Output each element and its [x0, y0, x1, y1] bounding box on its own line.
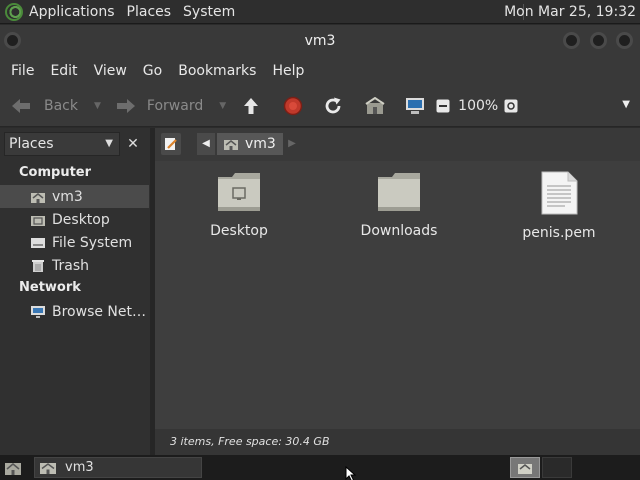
- clock[interactable]: Mon Mar 25, 19:32: [504, 0, 636, 24]
- file-name: penis.pem: [522, 225, 596, 241]
- sidebar-item-desktop[interactable]: Desktop: [0, 208, 149, 231]
- toolbar-overflow-icon[interactable]: ▼: [622, 99, 630, 110]
- sidebar-item-label: vm3: [52, 188, 83, 205]
- zoom-level: 100%: [458, 97, 499, 114]
- file-item-penis-pem[interactable]: penis.pem: [499, 171, 619, 241]
- menu-go[interactable]: Go: [135, 63, 170, 79]
- menubar: File Edit View Go Bookmarks Help: [0, 57, 640, 85]
- home-icon[interactable]: [364, 95, 386, 117]
- home-folder-icon: [224, 140, 238, 150]
- breadcrumb-scroll-left[interactable]: ◀: [197, 133, 215, 155]
- forward-label: Forward: [146, 97, 204, 114]
- window-titlebar[interactable]: vm3: [0, 25, 640, 57]
- menu-edit[interactable]: Edit: [42, 63, 85, 79]
- top-panel: Applications Places System Mon Mar 25, 1…: [0, 0, 640, 24]
- back-arrow-icon: [10, 95, 32, 117]
- taskbar-item-label: vm3: [65, 460, 94, 475]
- sidebar: Places ▼ ✕ Computer vm3 Desktop File Sys…: [0, 128, 150, 455]
- minimize-button[interactable]: [563, 32, 580, 49]
- toolbar: Back ▼ Forward ▼ 100% ▼: [0, 85, 640, 127]
- home-folder-icon: [5, 462, 21, 475]
- sidebar-mode-label: Places: [9, 136, 54, 152]
- menu-system[interactable]: System: [177, 0, 241, 24]
- text-file-icon: [541, 171, 578, 215]
- back-button[interactable]: Back ▼: [10, 85, 101, 127]
- menu-view[interactable]: View: [86, 63, 135, 79]
- close-button[interactable]: [616, 32, 633, 49]
- window-title: vm3: [304, 33, 336, 49]
- breadcrumb-label: vm3: [245, 136, 276, 152]
- home-folder-icon: [30, 190, 46, 204]
- back-label: Back: [44, 97, 78, 114]
- up-arrow-icon[interactable]: [240, 95, 262, 117]
- zoom-out-icon[interactable]: [436, 95, 450, 117]
- desktop-folder-icon: [30, 213, 46, 227]
- menu-bookmarks[interactable]: Bookmarks: [170, 63, 264, 79]
- distro-logo-icon[interactable]: [5, 2, 23, 21]
- zoom-in-icon[interactable]: [504, 95, 518, 117]
- stop-icon[interactable]: [282, 95, 304, 117]
- forward-arrow-icon: [115, 95, 137, 117]
- breadcrumb-vm3[interactable]: vm3: [217, 133, 283, 155]
- window-menu-icon[interactable]: [4, 32, 21, 49]
- maximize-button[interactable]: [590, 32, 607, 49]
- sidebar-item-label: Desktop: [52, 211, 110, 228]
- sidebar-item-label: Browse Net…: [52, 303, 147, 320]
- sidebar-item-label: Trash: [52, 257, 89, 274]
- taskbar-item-vm3[interactable]: vm3: [34, 457, 202, 478]
- status-bar: 3 items, Free space: 30.4 GB: [155, 429, 640, 455]
- computer-icon[interactable]: [404, 95, 426, 117]
- drive-icon: [30, 236, 46, 250]
- menu-places[interactable]: Places: [121, 0, 178, 24]
- workspace-2[interactable]: [542, 457, 572, 478]
- file-item-desktop[interactable]: Desktop: [179, 171, 299, 239]
- file-view[interactable]: Desktop Downloads penis.pem: [155, 161, 640, 429]
- chevron-down-icon: ▼: [105, 138, 113, 149]
- reload-icon[interactable]: [322, 95, 344, 117]
- forward-history-dropdown-icon[interactable]: ▼: [219, 101, 226, 111]
- show-desktop-button[interactable]: [2, 458, 24, 477]
- breadcrumb-scroll-right[interactable]: ▶: [285, 133, 299, 155]
- edit-location-button[interactable]: [161, 133, 181, 155]
- menu-file[interactable]: File: [3, 63, 42, 79]
- close-sidebar-icon[interactable]: ✕: [124, 134, 142, 154]
- home-folder-icon: [518, 463, 532, 474]
- sidebar-item-browse-network[interactable]: Browse Net…: [0, 300, 149, 323]
- network-icon: [30, 305, 46, 319]
- sidebar-mode-select[interactable]: Places ▼: [4, 132, 120, 156]
- folder-icon: [378, 173, 420, 211]
- bottom-panel: vm3: [0, 455, 640, 480]
- file-name: Downloads: [360, 223, 438, 239]
- sidebar-item-label: File System: [52, 234, 133, 251]
- location-bar: ◀ vm3 ▶: [155, 128, 640, 161]
- file-name: Desktop: [210, 223, 268, 239]
- file-item-downloads[interactable]: Downloads: [339, 171, 459, 239]
- sidebar-item-file-system[interactable]: File System: [0, 231, 149, 254]
- pencil-icon: [165, 138, 177, 150]
- sidebar-heading-computer: Computer: [19, 165, 92, 180]
- back-history-dropdown-icon[interactable]: ▼: [94, 101, 101, 111]
- sidebar-item-trash[interactable]: Trash: [0, 254, 149, 277]
- menu-help[interactable]: Help: [264, 63, 312, 79]
- workspace-1[interactable]: [510, 457, 540, 478]
- desktop-folder-icon: [218, 173, 260, 211]
- sidebar-heading-network: Network: [19, 280, 81, 295]
- sidebar-item-vm3[interactable]: vm3: [0, 185, 149, 208]
- trash-icon: [30, 259, 46, 273]
- home-folder-icon: [40, 463, 56, 474]
- mouse-cursor-icon: [345, 466, 357, 480]
- menu-applications[interactable]: Applications: [23, 0, 121, 24]
- forward-button[interactable]: Forward ▼: [115, 85, 226, 127]
